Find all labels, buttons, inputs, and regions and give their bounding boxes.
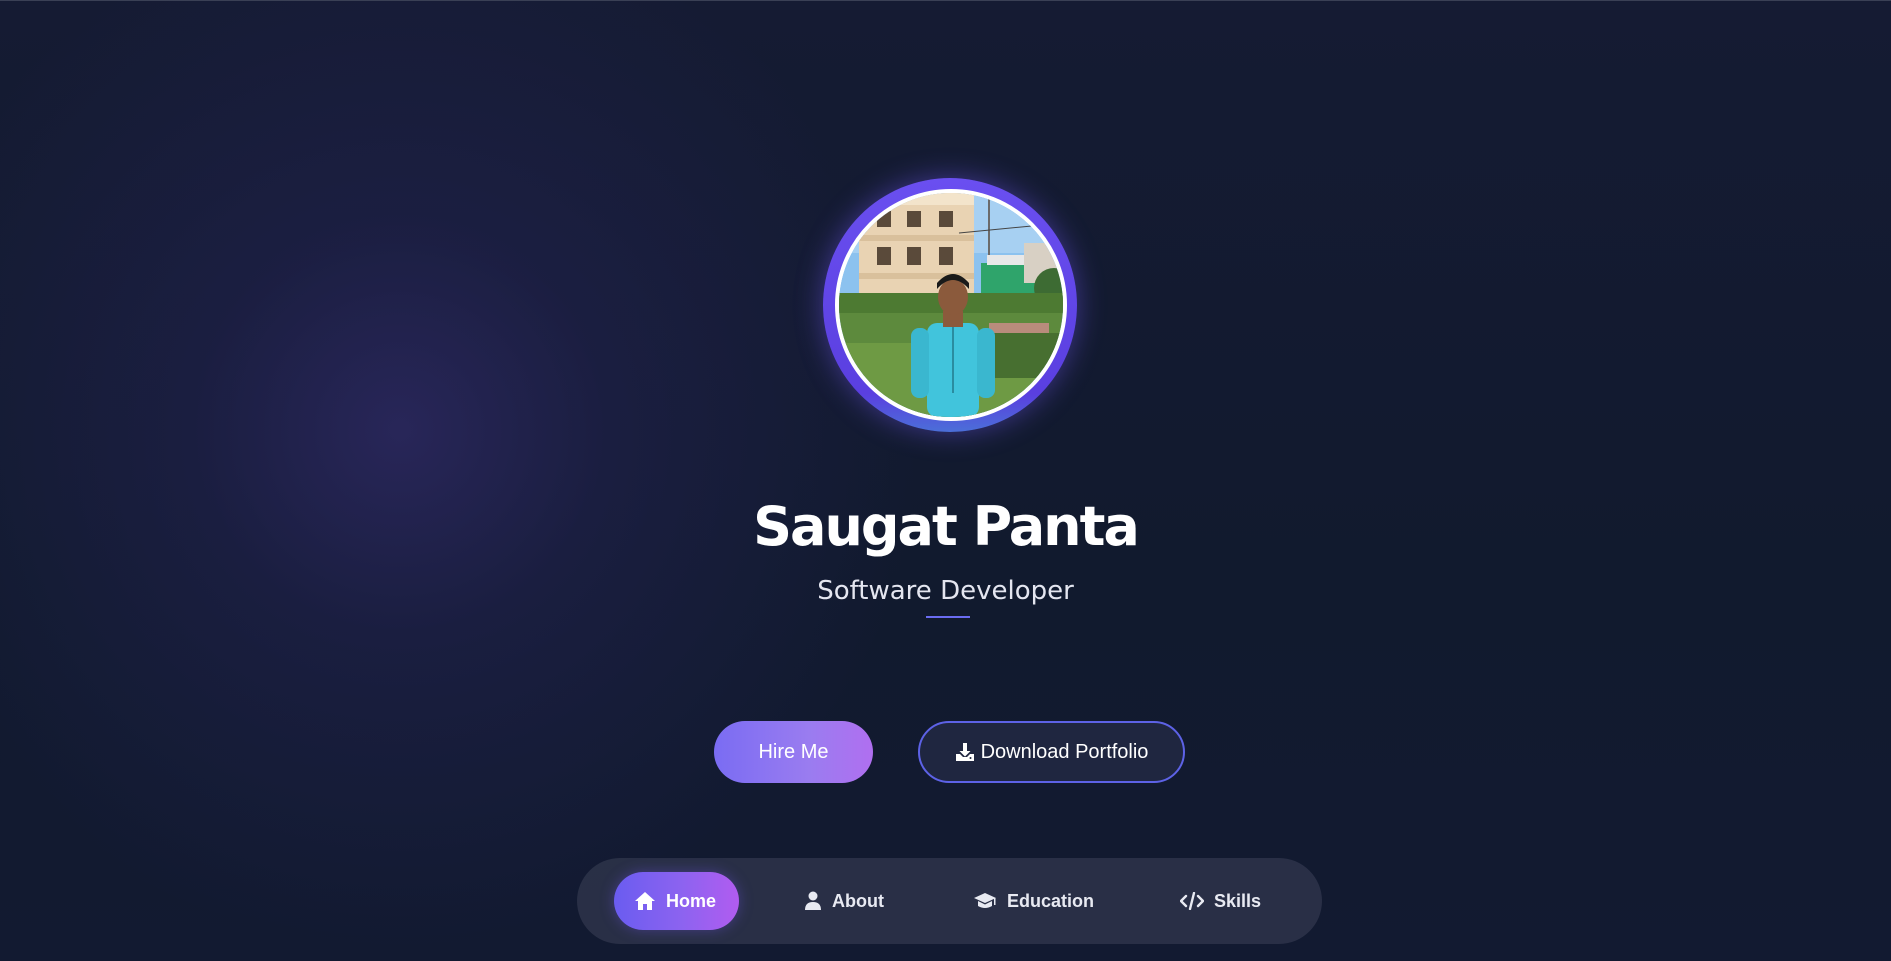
profile-role: Software Developer <box>817 576 1074 606</box>
nav-item-label: Education <box>1007 890 1095 911</box>
profile-name: Saugat Panta <box>753 495 1140 558</box>
role-underline <box>926 616 970 618</box>
user-icon <box>804 891 822 911</box>
profile-photo <box>839 193 1063 417</box>
bottom-nav: Home About Education Skills <box>577 858 1322 944</box>
graduation-cap-icon <box>973 891 997 911</box>
download-portfolio-label: Download Portfolio <box>980 740 1149 763</box>
nav-item-home[interactable]: Home <box>614 872 739 930</box>
nav-item-skills[interactable]: Skills <box>1180 872 1290 930</box>
nav-item-label: Skills <box>1214 890 1262 911</box>
nav-item-label: Home <box>666 890 717 911</box>
download-portfolio-button[interactable]: Download Portfolio <box>918 721 1185 783</box>
code-icon <box>1180 892 1204 910</box>
hire-me-button[interactable]: Hire Me <box>714 721 873 783</box>
nav-item-about[interactable]: About <box>804 872 914 930</box>
nav-item-education[interactable]: Education <box>973 872 1123 930</box>
top-border <box>0 0 1891 1</box>
nav-item-label: About <box>832 890 884 911</box>
home-icon <box>634 891 656 911</box>
avatar-ring <box>823 178 1077 432</box>
avatar <box>835 189 1067 421</box>
download-icon <box>955 742 975 762</box>
page-background <box>0 0 1891 961</box>
hire-me-label: Hire Me <box>758 740 829 763</box>
